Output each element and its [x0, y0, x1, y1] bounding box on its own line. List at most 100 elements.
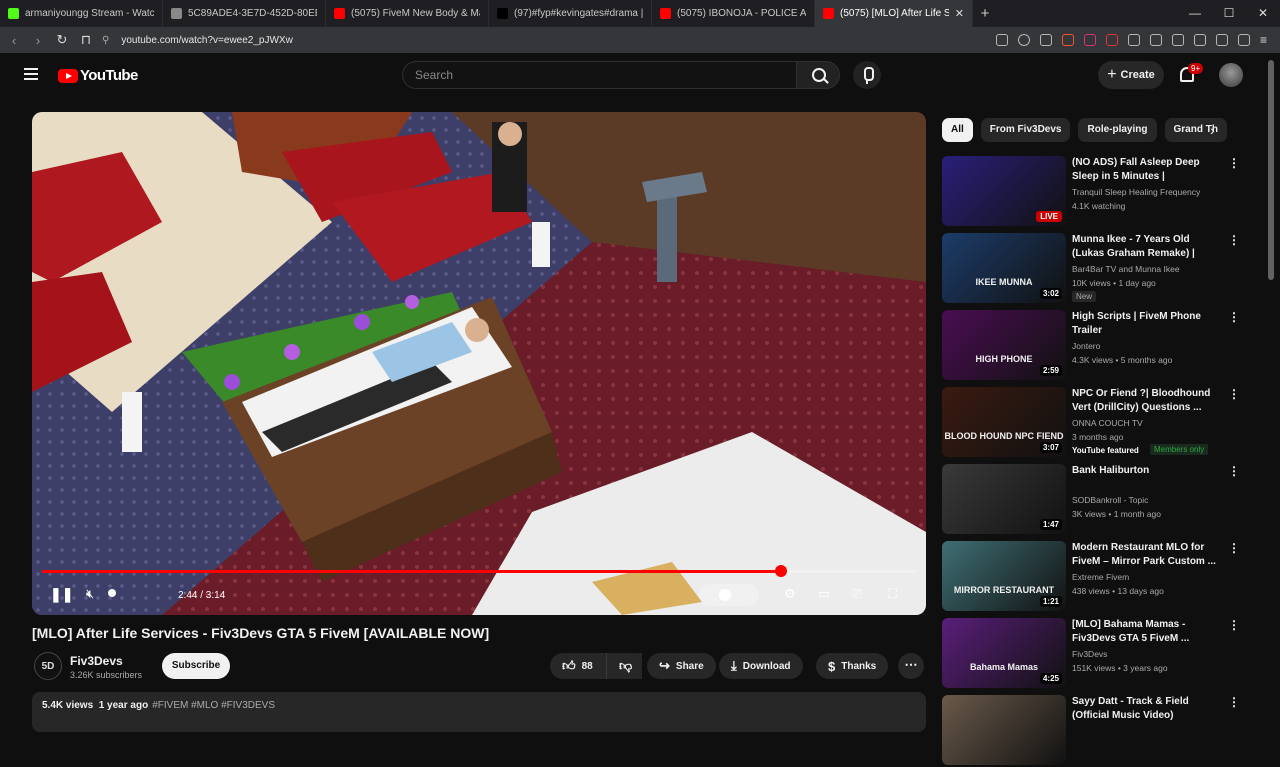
bookmark-icon[interactable]: ⊓ [76, 32, 96, 48]
reload-icon[interactable]: ↻ [52, 32, 72, 48]
progress-bar[interactable] [42, 565, 916, 577]
recommended-channel[interactable]: Tranquil Sleep Healing Frequency [1072, 187, 1200, 197]
recommended-channel[interactable]: Extreme Fivem [1072, 572, 1129, 582]
brave-rewards-icon[interactable] [1084, 34, 1096, 46]
recommended-title[interactable]: Modern Restaurant MLO for FiveM – Mirror… [1072, 541, 1217, 569]
more-options-icon[interactable]: ⋮ [1228, 233, 1240, 247]
minimize-icon[interactable]: — [1178, 0, 1212, 27]
dislike-button[interactable]: 👎︎ [606, 653, 642, 679]
browser-tab[interactable]: (5075) IBONOJA - POLICE ACADEMY [652, 0, 815, 27]
recommended-video[interactable]: BLOOD HOUND NPC FIEND 3:07 NPC Or Fiend ?|… [942, 387, 1264, 459]
search-input[interactable]: Search [402, 61, 796, 89]
subscribe-button[interactable]: Subscribe [162, 653, 230, 679]
recommended-title[interactable]: (NO ADS) Fall Asleep Deep Sleep in 5 Min… [1072, 156, 1217, 184]
new-tab-icon[interactable]: + [973, 5, 997, 22]
cast-icon[interactable] [996, 34, 1008, 46]
recommended-video[interactable]: 1:47 Bank Haliburton SODBankroll - Topic 3K… [942, 464, 1264, 536]
video-thumbnail[interactable]: HIGH PHONE 2:59 [942, 310, 1066, 380]
more-options-icon[interactable]: ⋮ [1228, 695, 1240, 709]
video-thumbnail[interactable]: Bahama Mamas 4:25 [942, 618, 1066, 688]
chip-0[interactable]: All [942, 118, 973, 142]
channel-name[interactable]: Fiv3Devs [70, 654, 123, 668]
more-options-icon[interactable]: ⋮ [1228, 541, 1240, 555]
wallet-icon[interactable] [1194, 34, 1206, 46]
video-thumbnail[interactable]: BLOOD HOUND NPC FIEND 3:07 [942, 387, 1066, 457]
chip-3[interactable]: Grand Th [1164, 118, 1227, 142]
close-window-icon[interactable]: ✕ [1246, 0, 1280, 27]
media-icon[interactable] [1150, 34, 1162, 46]
site-info-icon[interactable]: ⚲ [102, 35, 109, 46]
recommended-title[interactable]: Bank Haliburton [1072, 464, 1217, 492]
url-input[interactable]: youtube.com/watch?v=ewee2_pJWXw [121, 35, 292, 46]
recommended-channel[interactable]: Bar4Bar TV and Munna Ikee [1072, 264, 1180, 274]
extension-icon[interactable] [1106, 34, 1118, 46]
search-icon[interactable] [796, 61, 840, 89]
recommended-video[interactable]: MIRROR RESTAURANT 1:21 Modern Restaurant M… [942, 541, 1264, 613]
maximize-icon[interactable]: ☐ [1212, 0, 1246, 27]
download-button[interactable]: ⤓ Download [719, 653, 803, 679]
more-actions-icon[interactable]: ⋯ [898, 653, 924, 679]
browser-tab[interactable]: (5075) FiveM New Body & Mask Cor [326, 0, 489, 27]
zoom-icon[interactable] [1018, 34, 1030, 46]
recommended-channel[interactable]: Fiv3Devs [1072, 649, 1107, 659]
more-options-icon[interactable]: ⋮ [1228, 310, 1240, 324]
browser-tab[interactable]: 5C89ADE4-3E7D-452D-80EE-7A93E [163, 0, 326, 27]
channel-avatar[interactable]: 5D [34, 652, 62, 680]
volume-slider[interactable] [108, 589, 116, 597]
recommended-channel[interactable]: Jontero [1072, 341, 1100, 351]
back-icon[interactable]: ‹ [4, 33, 24, 48]
progress-scrubber[interactable] [774, 565, 787, 577]
chevron-right-icon[interactable]: › [1210, 122, 1215, 138]
settings-gear-icon[interactable]: ⚙ [784, 586, 796, 602]
share-button[interactable]: ↪ Share [647, 653, 716, 679]
fullscreen-icon[interactable]: ⛶ [888, 586, 897, 602]
recommended-video[interactable]: LIVE (NO ADS) Fall Asleep Deep Sleep in 5… [942, 156, 1264, 228]
recommended-title[interactable]: High Scripts | FiveM Phone Trailer [1072, 310, 1217, 338]
close-tab-icon[interactable]: ✕ [955, 7, 964, 20]
video-thumbnail[interactable] [942, 695, 1066, 765]
description-box[interactable]: 5.4K views 1 year ago #FIVEM #MLO #FIV3DE… [32, 692, 926, 732]
browser-tab[interactable]: (5075) [MLO] After Life Services ✕ [815, 0, 973, 27]
autoplay-toggle[interactable] [699, 584, 759, 606]
chip-1[interactable]: From Fiv3Devs [980, 118, 1071, 142]
video-thumbnail[interactable]: LIVE [942, 156, 1066, 226]
account-avatar[interactable] [1219, 63, 1243, 87]
more-options-icon[interactable]: ⋮ [1228, 387, 1240, 401]
video-thumbnail[interactable]: 1:47 [942, 464, 1066, 534]
sidebar-icon[interactable] [1172, 34, 1184, 46]
recommended-video[interactable]: IKEE MUNNA 3:02 Munna Ikee - 7 Years Old (… [942, 233, 1264, 305]
recommended-title[interactable]: NPC Or Fiend ?| Bloodhound Vert (DrillCi… [1072, 387, 1217, 415]
mute-icon[interactable]: 🔇︎ [86, 586, 94, 602]
vpn-icon[interactable] [1238, 34, 1250, 46]
pause-icon[interactable]: ❚❚ [50, 586, 73, 603]
chip-2[interactable]: Role-playing [1078, 118, 1157, 142]
hamburger-menu-icon[interactable] [24, 68, 38, 83]
forward-icon[interactable]: › [28, 33, 48, 48]
menu-icon[interactable]: ≡ [1260, 34, 1272, 46]
browser-tab[interactable]: (97)#fyp#kevingates#drama | Kevin [489, 0, 652, 27]
microphone-icon[interactable] [853, 61, 881, 89]
video-thumbnail[interactable]: IKEE MUNNA 3:02 [942, 233, 1066, 303]
recommended-channel[interactable]: ONNA COUCH TV [1072, 418, 1143, 428]
more-options-icon[interactable]: ⋮ [1228, 156, 1240, 170]
video-thumbnail[interactable]: MIRROR RESTAURANT 1:21 [942, 541, 1066, 611]
thanks-button[interactable]: $ Thanks [816, 653, 889, 679]
cast-icon[interactable]: ⎚ [852, 586, 862, 602]
more-options-icon[interactable]: ⋮ [1228, 618, 1240, 632]
leo-icon[interactable] [1216, 34, 1228, 46]
puzzle-icon[interactable] [1128, 34, 1140, 46]
recommended-title[interactable]: Munna Ikee - 7 Years Old (Lukas Graham R… [1072, 233, 1217, 261]
recommended-title[interactable]: Sayy Datt - Track & Field (Official Musi… [1072, 695, 1217, 723]
brave-shield-icon[interactable] [1062, 34, 1074, 46]
share-icon[interactable] [1040, 34, 1052, 46]
more-options-icon[interactable]: ⋮ [1228, 464, 1240, 478]
youtube-logo[interactable]: YouTube [58, 67, 138, 84]
recommended-video[interactable]: Sayy Datt - Track & Field (Official Musi… [942, 695, 1264, 767]
browser-tab[interactable]: armaniyoungg Stream - Watch Li [0, 0, 163, 27]
create-button[interactable]: + Create [1098, 61, 1164, 89]
recommended-title[interactable]: [MLO] Bahama Mamas - Fiv3Devs GTA 5 Five… [1072, 618, 1217, 646]
video-player[interactable]: ❚❚ 🔇︎ 2:44 / 3:14 ⚙ ▭ ⎚ ⛶ [32, 112, 926, 615]
recommended-video[interactable]: HIGH PHONE 2:59 High Scripts | FiveM Phone… [942, 310, 1264, 382]
recommended-channel[interactable]: SODBankroll - Topic [1072, 495, 1148, 505]
theater-mode-icon[interactable]: ▭ [818, 586, 830, 602]
